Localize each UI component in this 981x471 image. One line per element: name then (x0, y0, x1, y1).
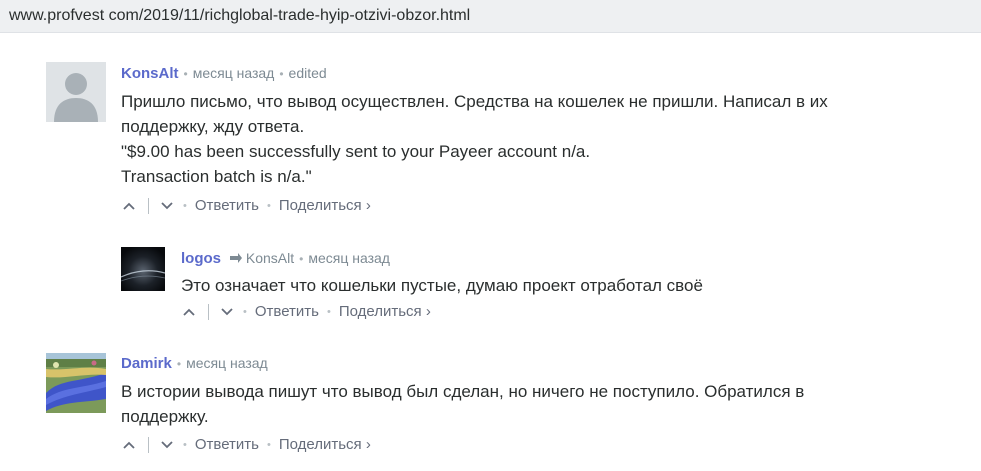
author-name[interactable]: logos (181, 250, 221, 267)
reply-arrow-icon (229, 251, 243, 267)
author-name[interactable]: Damirk (121, 355, 172, 372)
action-separator: • (326, 305, 331, 318)
url-bar[interactable]: www.profvest com/2019/11/richglobal-trad… (0, 0, 981, 33)
comment-line: Transaction batch is n/a." (121, 167, 312, 186)
comment-line: поддержку. (121, 407, 209, 426)
avatar[interactable] (46, 353, 106, 413)
default-avatar-icon[interactable] (46, 62, 106, 122)
reply-to-author[interactable]: KonsAlt (246, 250, 294, 266)
comment-meta: logos KonsAlt • месяц назад (181, 250, 390, 267)
comment-actions: • Ответить • Поделиться › (121, 197, 371, 214)
meta-separator: • (299, 252, 304, 266)
comment-actions: • Ответить • Поделиться › (181, 303, 431, 320)
comment-time[interactable]: месяц назад (186, 355, 268, 371)
edited-label: edited (288, 65, 327, 81)
comment-line: поддержку, жду ответа. (121, 117, 305, 136)
comment-meta: Damirk • месяц назад (121, 355, 268, 372)
downvote-icon[interactable] (159, 437, 175, 453)
share-button[interactable]: Поделиться › (279, 436, 371, 453)
comment-time[interactable]: месяц назад (308, 250, 390, 266)
action-separator: • (183, 438, 187, 451)
comment-line: В истории вывода пишут что вывод был сде… (121, 382, 805, 401)
action-separator: • (183, 199, 187, 212)
comment-line: Это означает что кошельки пустые, думаю … (181, 276, 703, 295)
vote-divider (148, 197, 149, 214)
comment-body: Пришло письмо, что вывод осуществлен. Ср… (121, 89, 828, 189)
reply-button[interactable]: Ответить (195, 197, 259, 214)
comment-time[interactable]: месяц назад (193, 65, 275, 81)
vote-divider (148, 436, 149, 453)
reply-button[interactable]: Ответить (195, 436, 259, 453)
upvote-icon[interactable] (181, 304, 197, 320)
downvote-icon[interactable] (219, 304, 235, 320)
action-separator: • (266, 199, 271, 212)
author-name[interactable]: KonsAlt (121, 65, 179, 82)
reply-button[interactable]: Ответить (255, 303, 319, 320)
upvote-icon[interactable] (121, 437, 137, 453)
avatar[interactable] (121, 247, 165, 291)
comment-body: Это означает что кошельки пустые, думаю … (181, 273, 703, 298)
vote-divider (208, 303, 209, 320)
comment-body: В истории вывода пишут что вывод был сде… (121, 379, 804, 429)
url-text[interactable]: www.profvest com/2019/11/richglobal-trad… (9, 7, 470, 25)
meta-separator: • (279, 67, 284, 81)
share-button[interactable]: Поделиться › (339, 303, 431, 320)
downvote-icon[interactable] (159, 198, 175, 214)
comment-meta: KonsAlt • месяц назад • edited (121, 65, 327, 82)
meta-separator: • (183, 67, 188, 81)
share-button[interactable]: Поделиться › (279, 197, 371, 214)
meta-separator: • (176, 357, 182, 371)
action-separator: • (266, 438, 271, 451)
comment-line: Пришло письмо, что вывод осуществлен. Ср… (121, 92, 828, 111)
comment-line: "$9.00 has been successfully sent to you… (121, 142, 591, 161)
comment-actions: • Ответить • Поделиться › (121, 436, 371, 453)
upvote-icon[interactable] (121, 198, 137, 214)
action-separator: • (243, 305, 247, 318)
